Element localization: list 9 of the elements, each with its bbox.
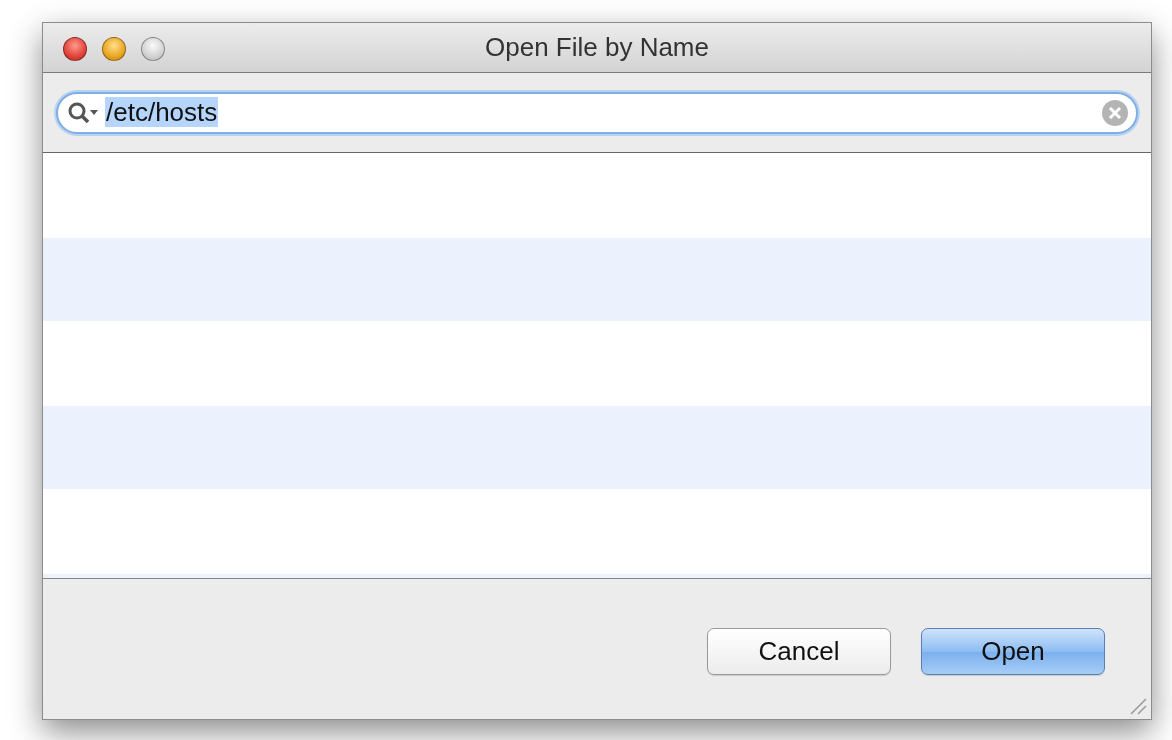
cancel-button[interactable]: Cancel — [707, 628, 891, 675]
minimize-control-icon[interactable] — [102, 37, 126, 61]
close-control-icon[interactable] — [63, 37, 87, 61]
search-field[interactable]: /etc/hosts — [56, 91, 1138, 134]
search-icon — [67, 100, 101, 125]
window-title: Open File by Name — [485, 32, 709, 63]
search-text: /etc/hosts — [105, 97, 219, 127]
clear-icon[interactable] — [1100, 97, 1130, 128]
open-button[interactable]: Open — [921, 628, 1105, 675]
